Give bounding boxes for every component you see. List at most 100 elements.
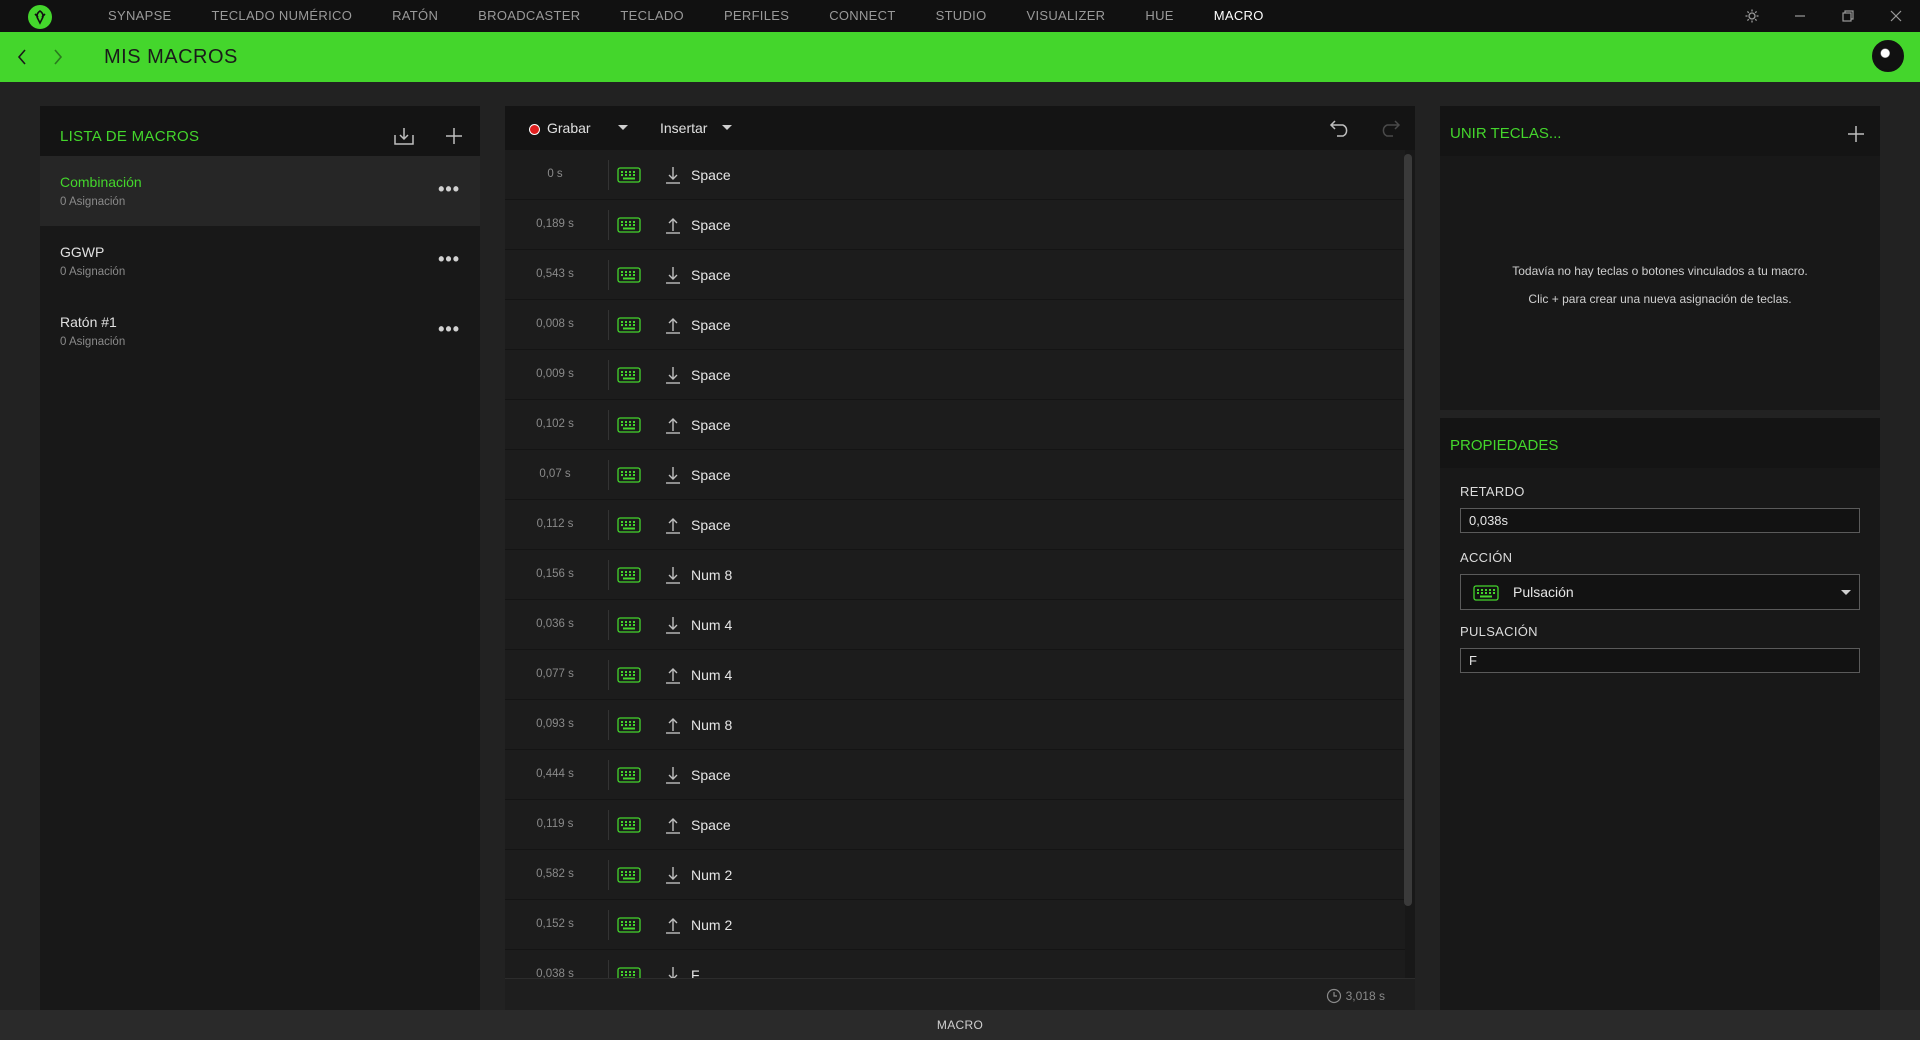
row-divider — [608, 260, 609, 290]
event-key: Num 8 — [691, 567, 733, 583]
import-icon[interactable] — [392, 124, 416, 148]
key-up-arrow-icon — [663, 515, 683, 535]
event-delay: 0,112 s — [536, 518, 574, 530]
event-delay: 0,156 s — [536, 568, 574, 580]
event-key: Space — [691, 417, 731, 433]
key-up-arrow-icon — [663, 415, 683, 435]
macro-event-row[interactable]: 0,444 s Space — [505, 750, 1405, 800]
macro-event-row[interactable]: 0,07 s Space — [505, 450, 1405, 500]
macro-assignment-count: 0 Asignación — [60, 336, 126, 348]
macro-event-row[interactable]: 0,112 s Space — [505, 500, 1405, 550]
add-macro-icon[interactable] — [442, 124, 466, 148]
macro-event-row[interactable]: 0,036 s Num 4 — [505, 600, 1405, 650]
nav-tab-6[interactable]: CONNECT — [809, 0, 915, 32]
editor-toolbar: Grabar Insertar — [505, 106, 1415, 150]
nav-tab-3[interactable]: BROADCASTER — [458, 0, 600, 32]
key-down-arrow-icon — [663, 565, 683, 585]
key-down-arrow-icon — [663, 265, 683, 285]
macro-event-row[interactable]: 0,077 s Num 4 — [505, 650, 1405, 700]
macro-list-item[interactable]: Ratón #1 0 Asignación ••• — [40, 296, 480, 366]
event-key: Num 2 — [691, 917, 733, 933]
macro-list-item[interactable]: GGWP 0 Asignación ••• — [40, 226, 480, 296]
macro-list: Combinación 0 Asignación ••• GGWP 0 Asignaci… — [40, 156, 480, 366]
add-binding-icon[interactable] — [1844, 122, 1868, 146]
nav-tab-4[interactable]: TECLADO — [600, 0, 704, 32]
macro-event-list: 0 s Space 0,189 s Space 0,543 s Space 0,008 s S… — [505, 150, 1405, 994]
key-up-arrow-icon — [663, 665, 683, 685]
row-divider — [608, 360, 609, 390]
row-divider — [608, 760, 609, 790]
action-label: ACCIÓN — [1460, 550, 1513, 565]
action-dropdown-chevron-icon — [1841, 590, 1851, 595]
close-icon[interactable] — [1872, 0, 1920, 32]
razer-logo-icon[interactable] — [28, 5, 52, 29]
event-delay: 0,582 s — [536, 868, 574, 880]
macro-event-row[interactable]: 0,582 s Num 2 — [505, 850, 1405, 900]
page-title: MIS MACROS — [104, 46, 238, 68]
nav-tab-9[interactable]: HUE — [1125, 0, 1193, 32]
macro-event-row[interactable]: 0,543 s Space — [505, 250, 1405, 300]
forward-arrow-icon[interactable] — [48, 45, 68, 69]
macro-event-row[interactable]: 0,093 s Num 8 — [505, 700, 1405, 750]
record-dot-icon[interactable] — [529, 124, 540, 135]
keyboard-icon — [617, 367, 641, 383]
key-label: PULSACIÓN — [1460, 624, 1538, 639]
macro-assignment-count: 0 Asignación — [60, 196, 126, 208]
nav-tab-2[interactable]: RATÓN — [372, 0, 458, 32]
row-divider — [608, 160, 609, 190]
bind-keys-header: UNIR TECLAS... — [1440, 106, 1880, 156]
bind-empty-hint: Clic + para crear una nueva asignación d… — [1528, 292, 1792, 306]
macro-event-row[interactable]: 0,189 s Space — [505, 200, 1405, 250]
delay-input[interactable] — [1460, 508, 1860, 533]
event-delay: 0,077 s — [536, 668, 574, 680]
settings-gear-icon[interactable] — [1728, 0, 1776, 32]
minimize-icon[interactable] — [1776, 0, 1824, 32]
event-list-scrollbar[interactable] — [1404, 154, 1412, 906]
row-divider — [608, 310, 609, 340]
insert-dropdown-chevron-icon[interactable] — [722, 125, 732, 130]
restore-icon[interactable] — [1824, 0, 1872, 32]
event-key: Num 2 — [691, 867, 733, 883]
macro-event-row[interactable]: 0,102 s Space — [505, 400, 1405, 450]
redo-icon[interactable] — [1377, 116, 1403, 140]
macro-event-row[interactable]: 0,008 s Space — [505, 300, 1405, 350]
macro-event-row[interactable]: 0 s Space — [505, 150, 1405, 200]
record-dropdown-chevron-icon[interactable] — [618, 125, 628, 130]
more-options-icon[interactable]: ••• — [438, 250, 460, 268]
event-key: Space — [691, 817, 731, 833]
record-button[interactable]: Grabar — [547, 120, 591, 136]
nav-tab-10[interactable]: MACRO — [1194, 0, 1284, 32]
action-select[interactable]: Pulsación — [1460, 574, 1860, 610]
insert-button[interactable]: Insertar — [660, 120, 707, 136]
event-delay: 0,036 s — [536, 618, 574, 630]
delay-label: RETARDO — [1460, 484, 1525, 499]
macro-event-row[interactable]: 0,156 s Num 8 — [505, 550, 1405, 600]
event-delay: 0,152 s — [536, 918, 574, 930]
key-input[interactable] — [1460, 648, 1860, 673]
nav-tab-1[interactable]: TECLADO NUMÉRICO — [192, 0, 373, 32]
macro-assignment-count: 0 Asignación — [60, 266, 126, 278]
more-options-icon[interactable]: ••• — [438, 320, 460, 338]
keyboard-icon — [617, 167, 641, 183]
event-key: Space — [691, 467, 731, 483]
nav-tab-8[interactable]: VISUALIZER — [1007, 0, 1126, 32]
back-arrow-icon[interactable] — [12, 45, 32, 69]
macro-list-title: LISTA DE MACROS — [60, 128, 200, 145]
status-bar: MACRO — [0, 1010, 1920, 1040]
nav-tab-0[interactable]: SYNAPSE — [88, 0, 192, 32]
macro-event-row[interactable]: 0,119 s Space — [505, 800, 1405, 850]
event-delay: 0,543 s — [536, 268, 574, 280]
nav-tab-5[interactable]: PERFILES — [704, 0, 809, 32]
more-options-icon[interactable]: ••• — [438, 180, 460, 198]
nav-tab-7[interactable]: STUDIO — [916, 0, 1007, 32]
macro-list-header: LISTA DE MACROS — [40, 106, 480, 156]
macro-list-item[interactable]: Combinación 0 Asignación ••• — [40, 156, 480, 226]
macro-event-row[interactable]: 0,009 s Space — [505, 350, 1405, 400]
event-key: Space — [691, 167, 731, 183]
avatar[interactable] — [1872, 40, 1904, 72]
row-divider — [608, 210, 609, 240]
key-up-arrow-icon — [663, 915, 683, 935]
undo-icon[interactable] — [1327, 116, 1353, 140]
macro-event-row[interactable]: 0,152 s Num 2 — [505, 900, 1405, 950]
keyboard-icon — [617, 767, 641, 783]
